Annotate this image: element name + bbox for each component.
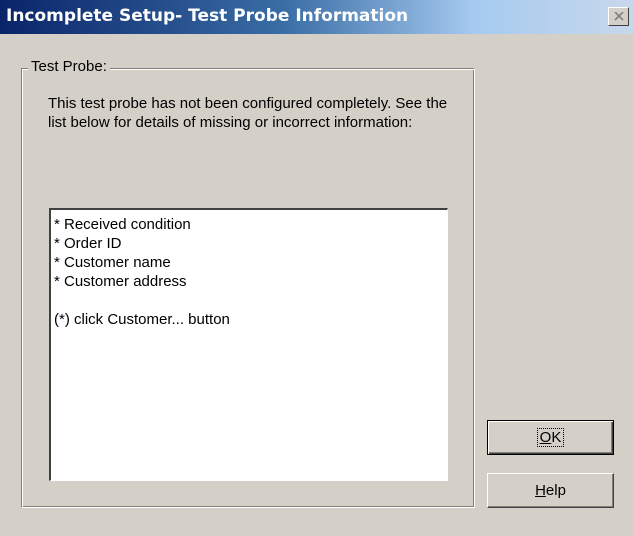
ok-button[interactable]: OK — [487, 420, 614, 455]
ok-label-rest: K — [551, 429, 562, 446]
close-button[interactable] — [608, 7, 629, 26]
list-item: * Customer address — [54, 273, 187, 290]
help-button[interactable]: Help — [487, 473, 614, 508]
groupbox-label: Test Probe: — [28, 58, 110, 75]
ok-button-label: OK — [536, 428, 565, 447]
ok-mnemonic: O — [539, 429, 552, 446]
missing-info-listbox[interactable]: * Received condition * Order ID * Custom… — [49, 208, 448, 481]
title-bar[interactable]: Incomplete Setup- Test Probe Information — [0, 0, 633, 34]
list-item: * Customer name — [54, 254, 171, 271]
list-item — [54, 291, 447, 310]
close-icon — [614, 12, 624, 21]
help-mnemonic: H — [535, 482, 546, 499]
help-label-rest: elp — [545, 482, 566, 499]
help-button-label: Help — [535, 482, 566, 499]
list-item: * Order ID — [54, 235, 122, 252]
window-title: Incomplete Setup- Test Probe Information — [6, 6, 409, 26]
dialog-window: Incomplete Setup- Test Probe Information… — [0, 0, 633, 536]
list-item: * Received condition — [54, 216, 191, 233]
incomplete-description: This test probe has not been configured … — [48, 95, 448, 131]
list-item: (*) click Customer... button — [54, 311, 230, 328]
